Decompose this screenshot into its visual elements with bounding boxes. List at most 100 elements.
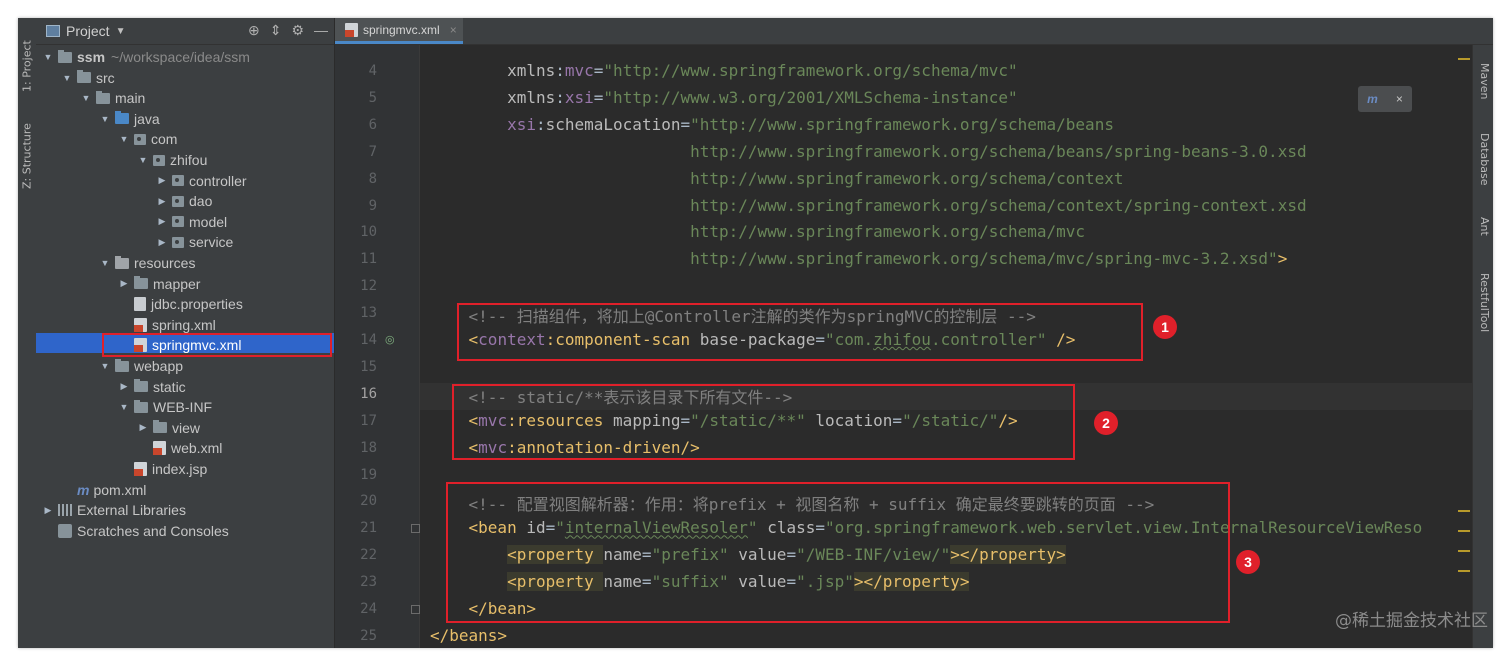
code-editor[interactable]: xmlns:mvc="http://www.springframework.or… [420,45,1473,648]
tree-item[interactable]: ▼ com [118,129,178,149]
collapse-all-icon[interactable]: ⇕ [270,22,282,39]
project-panel-title: Project [66,23,110,39]
collapsed-arrow-icon[interactable]: ▶ [118,381,130,392]
tree-item-label: model [189,213,228,230]
tree-item[interactable]: m pom.xml [61,480,146,500]
folder-icon [96,90,110,104]
expanded-arrow-icon[interactable]: ▼ [42,52,54,62]
tool-tab-project[interactable]: 1: Project [19,26,35,106]
code-token: = [680,114,691,134]
line-number: 21 [360,520,377,537]
tree-item[interactable]: ▶ External Libraries [42,500,186,520]
code-token: xsi [564,87,594,107]
tree-item[interactable]: ▼ java [99,109,160,129]
expanded-arrow-icon[interactable]: ▼ [118,134,130,144]
expanded-arrow-icon[interactable]: ▼ [61,73,73,83]
expanded-arrow-icon[interactable]: ▼ [80,93,92,103]
tree-item[interactable]: ▶ dao [156,191,213,211]
collapsed-arrow-icon[interactable]: ▶ [156,196,168,207]
tree-item[interactable]: ▼ WEB-INF [118,397,213,417]
expanded-arrow-icon[interactable]: ▼ [118,402,130,412]
code-line: xmlns:mvc="http://www.springframework.or… [430,61,1018,80]
tree-item[interactable]: jdbc.properties [118,294,243,314]
tree-item[interactable]: ▶ service [156,232,234,252]
expanded-arrow-icon[interactable]: ▼ [99,258,111,268]
maven-reload-popup[interactable]: m × [1358,86,1412,112]
tree-item-label: webapp [134,358,184,374]
line-number: 18 [360,439,377,456]
code-token: http://www.springframework.org/schema/co… [430,195,1307,215]
close-icon[interactable]: × [450,23,457,37]
collapsed-arrow-icon[interactable]: ▶ [137,422,149,433]
collapsed-arrow-icon[interactable]: ▶ [156,216,168,227]
tab-springmvc-xml[interactable]: springmvc.xml × [335,18,463,44]
tool-tab-ant[interactable]: Ant [1475,217,1491,236]
code-token: = [593,87,604,107]
annotation-badge: 2 [1094,411,1118,435]
tree-item-label: main [115,90,146,107]
stripe-mark [1458,510,1470,512]
chevron-down-icon: ▼ [115,25,126,37]
collapsed-arrow-icon[interactable]: ▶ [156,237,168,248]
tree-item[interactable]: ▶ model [156,212,228,232]
expanded-arrow-icon[interactable]: ▼ [99,361,111,371]
folder-icon [134,379,148,393]
fold-marker-icon[interactable] [411,524,420,534]
tree-item[interactable]: ▶ mapper [118,274,201,294]
collapsed-arrow-icon[interactable]: ▶ [156,175,168,186]
locate-icon[interactable]: ⊕ [248,22,260,39]
line-number: 16 [360,385,377,402]
maven-reload-icon[interactable]: m [1367,92,1378,106]
code-token: mvc [564,61,594,80]
code-token: http://www.springframework.org/schema/mv… [430,222,1086,242]
tree-item[interactable]: ▶ static [118,377,186,397]
tree-item[interactable]: ▼ resources [99,253,196,273]
line-number: 23 [360,574,377,591]
tree-item[interactable]: ▶ controller [156,171,247,191]
source-folder-icon [115,111,129,125]
folder-icon [153,420,167,434]
tree-item[interactable]: index.jsp [118,459,207,479]
tree-item[interactable]: ▼ zhifou [137,150,208,170]
tree-item-label: spring.xml [152,316,216,333]
code-line: http://www.springframework.org/schema/be… [430,142,1307,161]
resources-folder-icon [115,255,129,269]
line-number: 12 [360,278,377,295]
tree-item[interactable]: ▶ view [137,418,200,438]
collapsed-arrow-icon[interactable]: ▶ [118,278,130,289]
properties-file-icon [134,297,146,312]
line-number: 15 [360,358,377,375]
tree-item[interactable]: web.xml [137,438,222,458]
tree-item[interactable]: ▼ src [61,68,115,88]
code-line: http://www.springframework.org/schema/mv… [430,222,1085,241]
line-number: 7 [368,143,377,160]
tree-item[interactable]: spring.xml [118,315,216,335]
tree-item[interactable]: ▼ main [80,88,146,108]
line-number: 14 [360,332,377,348]
collapsed-arrow-icon[interactable]: ▶ [42,505,54,516]
folder-icon [134,276,148,290]
tree-item[interactable]: ▼ ssm ~/workspace/idea/ssm [42,47,250,67]
tree-item-label: resources [134,255,196,271]
code-token: : [555,61,565,80]
expanded-arrow-icon[interactable]: ▼ [99,114,111,124]
tool-tab-maven[interactable]: Maven [1475,63,1491,99]
spring-bean-gutter-icon[interactable]: ◎ [385,333,395,346]
tool-tab-restfultool[interactable]: RestfulTool [1475,273,1491,332]
tree-item[interactable]: ▼ webapp [99,356,184,376]
tree-item[interactable]: Scratches and Consoles [42,521,229,541]
tool-tab-database[interactable]: Database [1475,133,1491,186]
expanded-arrow-icon[interactable]: ▼ [137,155,149,165]
fold-marker-icon[interactable] [411,605,420,614]
line-number: 8 [368,170,377,187]
tool-tab-structure[interactable]: Z: Structure [19,116,35,196]
hide-icon[interactable]: — [314,22,328,39]
gear-icon[interactable]: ⚙ [291,22,304,39]
tree-item-label: service [189,234,234,251]
project-view-selector[interactable]: Project ▼ [42,23,125,39]
annotation-selected-file-box [102,333,332,357]
close-icon[interactable]: × [1396,92,1403,106]
module-folder-icon [58,49,72,63]
stripe-mark [1458,550,1470,552]
